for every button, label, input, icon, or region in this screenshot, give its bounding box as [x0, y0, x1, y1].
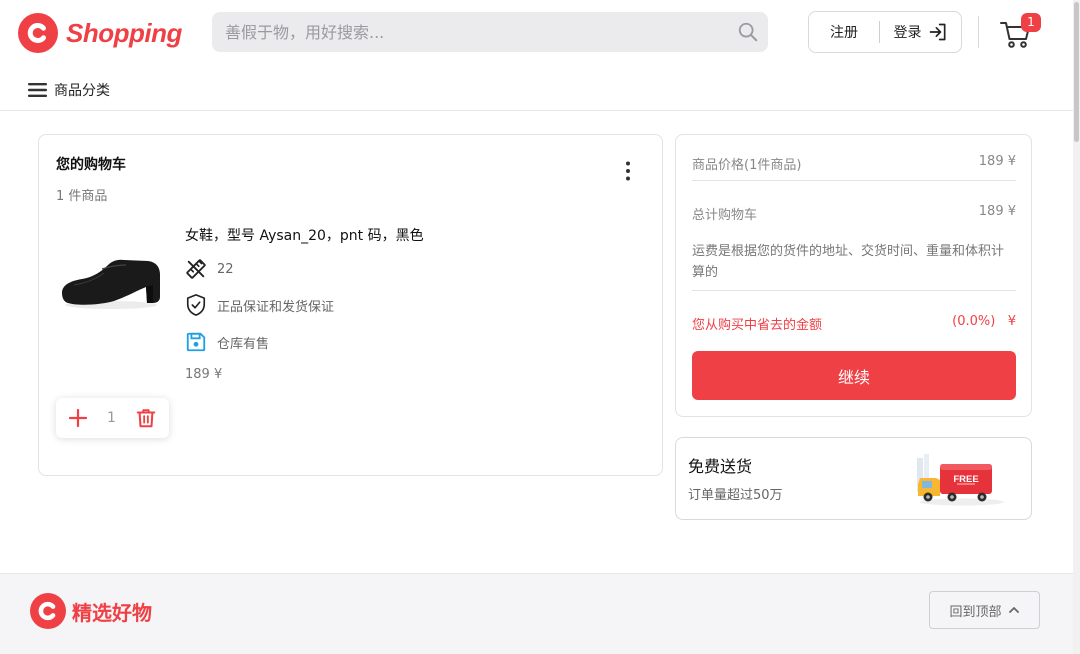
savings-value: (0.0%) ¥: [952, 314, 1016, 329]
product-guarantee: 正品保证和发货保证: [185, 293, 334, 317]
login-label: 登录: [893, 25, 922, 41]
savings-row: 您从购买中省去的金额 (0.0%) ¥: [692, 314, 1016, 333]
plus-icon[interactable]: [68, 408, 88, 428]
quantity-stepper: 1: [56, 398, 169, 438]
save-icon: [186, 332, 206, 352]
product-size-value: 22: [217, 261, 234, 277]
footer-logo[interactable]: 精选好物: [30, 593, 152, 629]
product-image[interactable]: [56, 235, 166, 325]
total-row: 总计购物车 189 ¥: [692, 204, 1016, 223]
product-stock: 仓库有售: [185, 331, 269, 353]
cart-title: 您的购物车: [56, 157, 126, 173]
total-value: 189 ¥: [978, 204, 1016, 219]
cart-panel: 您的购物车 1 件商品 女鞋，型号 Aysan_20，pnt 码，黑色 22 正…: [38, 134, 663, 476]
search-input[interactable]: [212, 12, 712, 52]
login-button[interactable]: 登录: [880, 22, 961, 42]
product-stock-label: 仓库有售: [217, 336, 270, 352]
product-guarantee-label: 正品保证和发货保证: [217, 299, 335, 315]
footer-brand-name: 精选好物: [72, 600, 152, 625]
summary-divider: [692, 290, 1016, 291]
items-price-value: 189 ¥: [978, 154, 1016, 169]
scrollbar-thumb[interactable]: [1074, 2, 1079, 142]
back-to-top-label: 回到顶部: [949, 604, 1002, 620]
brand-name: Shopping: [66, 17, 182, 48]
ruler-icon: [186, 259, 206, 279]
free-shipping-subtitle: 订单量超过50万: [688, 488, 783, 503]
savings-label: 您从购买中省去的金额: [692, 318, 823, 333]
auth-group: 注册 登录: [808, 11, 962, 53]
search-bar: [212, 12, 768, 52]
order-summary: 商品价格(1件商品) 189 ¥ 总计购物车 189 ¥ 运费是根据您的货件的地…: [675, 134, 1032, 417]
items-price-row: 商品价格(1件商品) 189 ¥: [692, 154, 1016, 173]
search-icon[interactable]: [737, 21, 759, 43]
back-to-top-button[interactable]: 回到顶部: [929, 591, 1040, 629]
shield-check-icon: [186, 294, 206, 316]
menu-icon: [28, 83, 47, 97]
truck-label: FREE: [953, 474, 978, 485]
trash-icon[interactable]: [135, 407, 157, 429]
product-size: 22: [185, 258, 234, 280]
logo-c-icon: [30, 593, 66, 629]
login-arrow-icon: [929, 23, 945, 41]
free-shipping-card: 免费送货 订单量超过50万 FREE: [675, 437, 1032, 520]
signup-button[interactable]: 注册: [809, 22, 879, 42]
site-logo[interactable]: Shopping: [18, 13, 182, 53]
site-footer: 精选好物 回到顶部: [0, 573, 1080, 654]
items-price-label: 商品价格(1件商品): [692, 158, 802, 173]
chevron-up-icon: [1008, 607, 1019, 613]
cart-item-count: 1 件商品: [56, 189, 108, 204]
total-label: 总计购物车: [692, 208, 758, 223]
shipping-note: 运费是根据您的货件的地址、交货时间、重量和体积计算的: [692, 244, 1005, 280]
truck-icon: FREE: [917, 454, 1004, 506]
categories-menu[interactable]: 商品分类: [28, 80, 110, 100]
categories-label: 商品分类: [54, 83, 110, 99]
free-shipping-title: 免费送货: [688, 457, 753, 476]
cart-badge: 1: [1021, 13, 1041, 32]
quantity-value: 1: [107, 410, 116, 426]
product-price: 189 ¥: [185, 367, 223, 382]
product-name[interactable]: 女鞋，型号 Aysan_20，pnt 码，黑色: [185, 225, 424, 245]
logo-c-icon: [18, 13, 58, 53]
header-divider: [978, 16, 979, 48]
more-vertical-icon[interactable]: [616, 159, 640, 183]
continue-button[interactable]: 继续: [692, 351, 1016, 400]
summary-divider: [692, 180, 1016, 181]
site-header: Shopping 注册 登录 1 商品分类: [0, 0, 1080, 111]
